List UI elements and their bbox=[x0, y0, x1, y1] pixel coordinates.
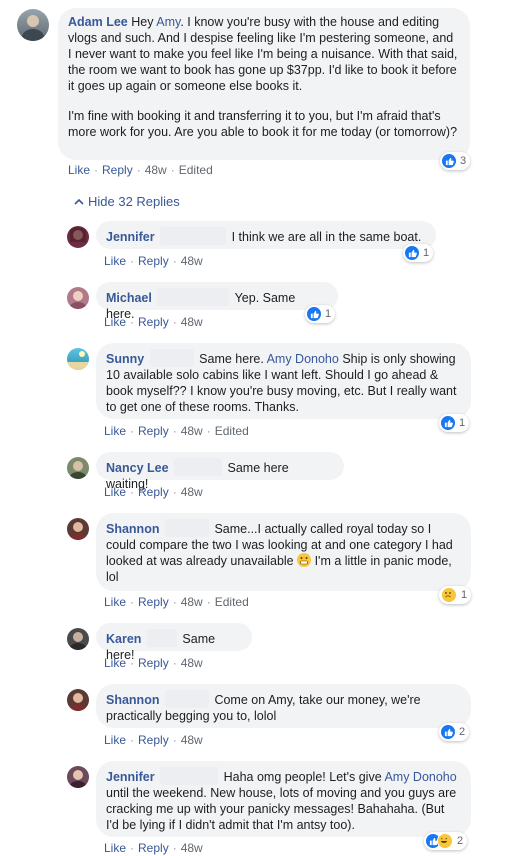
reply-author[interactable]: Sunny bbox=[106, 352, 144, 366]
redacted-name bbox=[174, 458, 223, 476]
like-link[interactable]: Like bbox=[68, 163, 90, 177]
reply-bubble: Jennifer I think we are all in the same … bbox=[96, 221, 436, 249]
like-icon bbox=[442, 154, 456, 168]
mention-link[interactable]: Amy Donoho bbox=[267, 352, 339, 366]
reply-link[interactable]: Reply bbox=[138, 315, 169, 329]
like-link[interactable]: Like bbox=[104, 656, 126, 670]
avatar[interactable] bbox=[67, 226, 89, 248]
reaction-count[interactable]: 2 bbox=[424, 832, 468, 850]
reply-actions: Like · Reply · 48w bbox=[104, 254, 203, 268]
reply-bubble: Michael Yep. Same here. bbox=[96, 282, 338, 321]
reply-actions: Like · Reply · 48w bbox=[104, 485, 203, 499]
reply-link[interactable]: Reply bbox=[138, 424, 169, 438]
reply-author[interactable]: Michael bbox=[106, 291, 152, 305]
like-link[interactable]: Like bbox=[104, 595, 126, 609]
sad-reaction-icon bbox=[441, 587, 457, 603]
reply-bubble: Jennifer Haha omg people! Let's give Amy… bbox=[96, 761, 471, 837]
redacted-name bbox=[157, 288, 230, 306]
reply-author[interactable]: Shannon bbox=[106, 522, 159, 536]
comment-author[interactable]: Adam Lee bbox=[68, 15, 128, 29]
chevron-up-icon bbox=[74, 194, 88, 209]
haha-reaction-icon bbox=[437, 833, 453, 849]
reply-author[interactable]: Shannon bbox=[106, 693, 159, 707]
timestamp[interactable]: 48w bbox=[181, 733, 203, 747]
reply-link[interactable]: Reply bbox=[138, 595, 169, 609]
reply-link[interactable]: Reply bbox=[138, 656, 169, 670]
redacted-name bbox=[164, 690, 209, 708]
comment-text: Adam Lee Hey Amy. I know you're busy wit… bbox=[68, 15, 458, 93]
reply-actions: Like · Reply · 48w bbox=[104, 315, 203, 329]
reaction-count[interactable]: 1 bbox=[305, 305, 336, 323]
reply-link[interactable]: Reply bbox=[138, 254, 169, 268]
reply-bubble: Sunny Same here. Amy Donoho Ship is only… bbox=[96, 343, 471, 419]
reaction-count[interactable]: 1 bbox=[439, 586, 472, 604]
reply-bubble: Shannon Same...I actually called royal t… bbox=[96, 513, 471, 591]
mention-link[interactable]: Amy bbox=[156, 15, 180, 29]
reply-bubble: Shannon Come on Amy, take our money, we'… bbox=[96, 684, 471, 728]
like-link[interactable]: Like bbox=[104, 254, 126, 268]
redacted-name bbox=[164, 519, 209, 537]
avatar[interactable] bbox=[67, 689, 89, 711]
like-link[interactable]: Like bbox=[104, 841, 126, 855]
redacted-name bbox=[160, 227, 227, 245]
reply-link[interactable]: Reply bbox=[138, 733, 169, 747]
reply-author[interactable]: Jennifer bbox=[106, 230, 155, 244]
reply-link[interactable]: Reply bbox=[138, 485, 169, 499]
like-icon bbox=[307, 307, 321, 321]
reply-actions: Like · Reply · 48w bbox=[104, 733, 203, 747]
reaction-count[interactable]: 3 bbox=[440, 152, 471, 170]
reaction-count[interactable]: 1 bbox=[439, 414, 470, 432]
like-icon bbox=[441, 416, 455, 430]
comment-actions: Like · Reply · 48w · Edited bbox=[68, 163, 213, 177]
like-link[interactable]: Like bbox=[104, 485, 126, 499]
reaction-count[interactable]: 1 bbox=[403, 244, 434, 262]
edited-label[interactable]: Edited bbox=[179, 163, 213, 177]
timestamp[interactable]: 48w bbox=[181, 424, 203, 438]
reply-link[interactable]: Reply bbox=[138, 841, 169, 855]
timestamp[interactable]: 48w bbox=[181, 254, 203, 268]
like-link[interactable]: Like bbox=[104, 733, 126, 747]
timestamp[interactable]: 48w bbox=[181, 656, 203, 670]
avatar[interactable] bbox=[67, 457, 89, 479]
reply-actions: Like · Reply · 48w · Edited bbox=[104, 424, 249, 438]
grimace-emoji-icon bbox=[297, 553, 312, 567]
reply-actions: Like · Reply · 48w · Edited bbox=[104, 595, 249, 609]
comment-bubble: Adam Lee Hey Amy. I know you're busy wit… bbox=[58, 8, 470, 160]
avatar[interactable] bbox=[17, 9, 49, 41]
redacted-name bbox=[149, 349, 194, 367]
reply-bubble: Nancy Lee Same here waiting! bbox=[96, 452, 344, 491]
like-icon bbox=[441, 725, 455, 739]
like-link[interactable]: Like bbox=[104, 424, 126, 438]
timestamp[interactable]: 48w bbox=[181, 485, 203, 499]
avatar[interactable] bbox=[67, 628, 89, 650]
avatar[interactable] bbox=[67, 518, 89, 540]
avatar[interactable] bbox=[67, 348, 89, 370]
like-icon bbox=[405, 246, 419, 260]
edited-label[interactable]: Edited bbox=[215, 424, 249, 438]
like-link[interactable]: Like bbox=[104, 315, 126, 329]
avatar[interactable] bbox=[67, 766, 89, 788]
reply-author[interactable]: Jennifer bbox=[106, 770, 155, 784]
timestamp[interactable]: 48w bbox=[181, 315, 203, 329]
avatar[interactable] bbox=[67, 287, 89, 309]
edited-label[interactable]: Edited bbox=[215, 595, 249, 609]
timestamp[interactable]: 48w bbox=[181, 841, 203, 855]
reaction-count[interactable]: 2 bbox=[439, 723, 470, 741]
redacted-name bbox=[160, 767, 219, 785]
reply-actions: Like · Reply · 48w bbox=[104, 656, 203, 670]
timestamp[interactable]: 48w bbox=[145, 163, 167, 177]
timestamp[interactable]: 48w bbox=[181, 595, 203, 609]
comment-text: I'm fine with booking it and transferrin… bbox=[68, 109, 458, 139]
reply-link[interactable]: Reply bbox=[102, 163, 133, 177]
reply-bubble: Karen Same here! bbox=[96, 623, 252, 662]
reply-author[interactable]: Nancy Lee bbox=[106, 461, 169, 475]
mention-link[interactable]: Amy Donoho bbox=[384, 770, 456, 784]
hide-replies-button[interactable]: Hide 32 Replies bbox=[74, 194, 180, 209]
redacted-name bbox=[146, 629, 177, 647]
reply-author[interactable]: Karen bbox=[106, 632, 141, 646]
